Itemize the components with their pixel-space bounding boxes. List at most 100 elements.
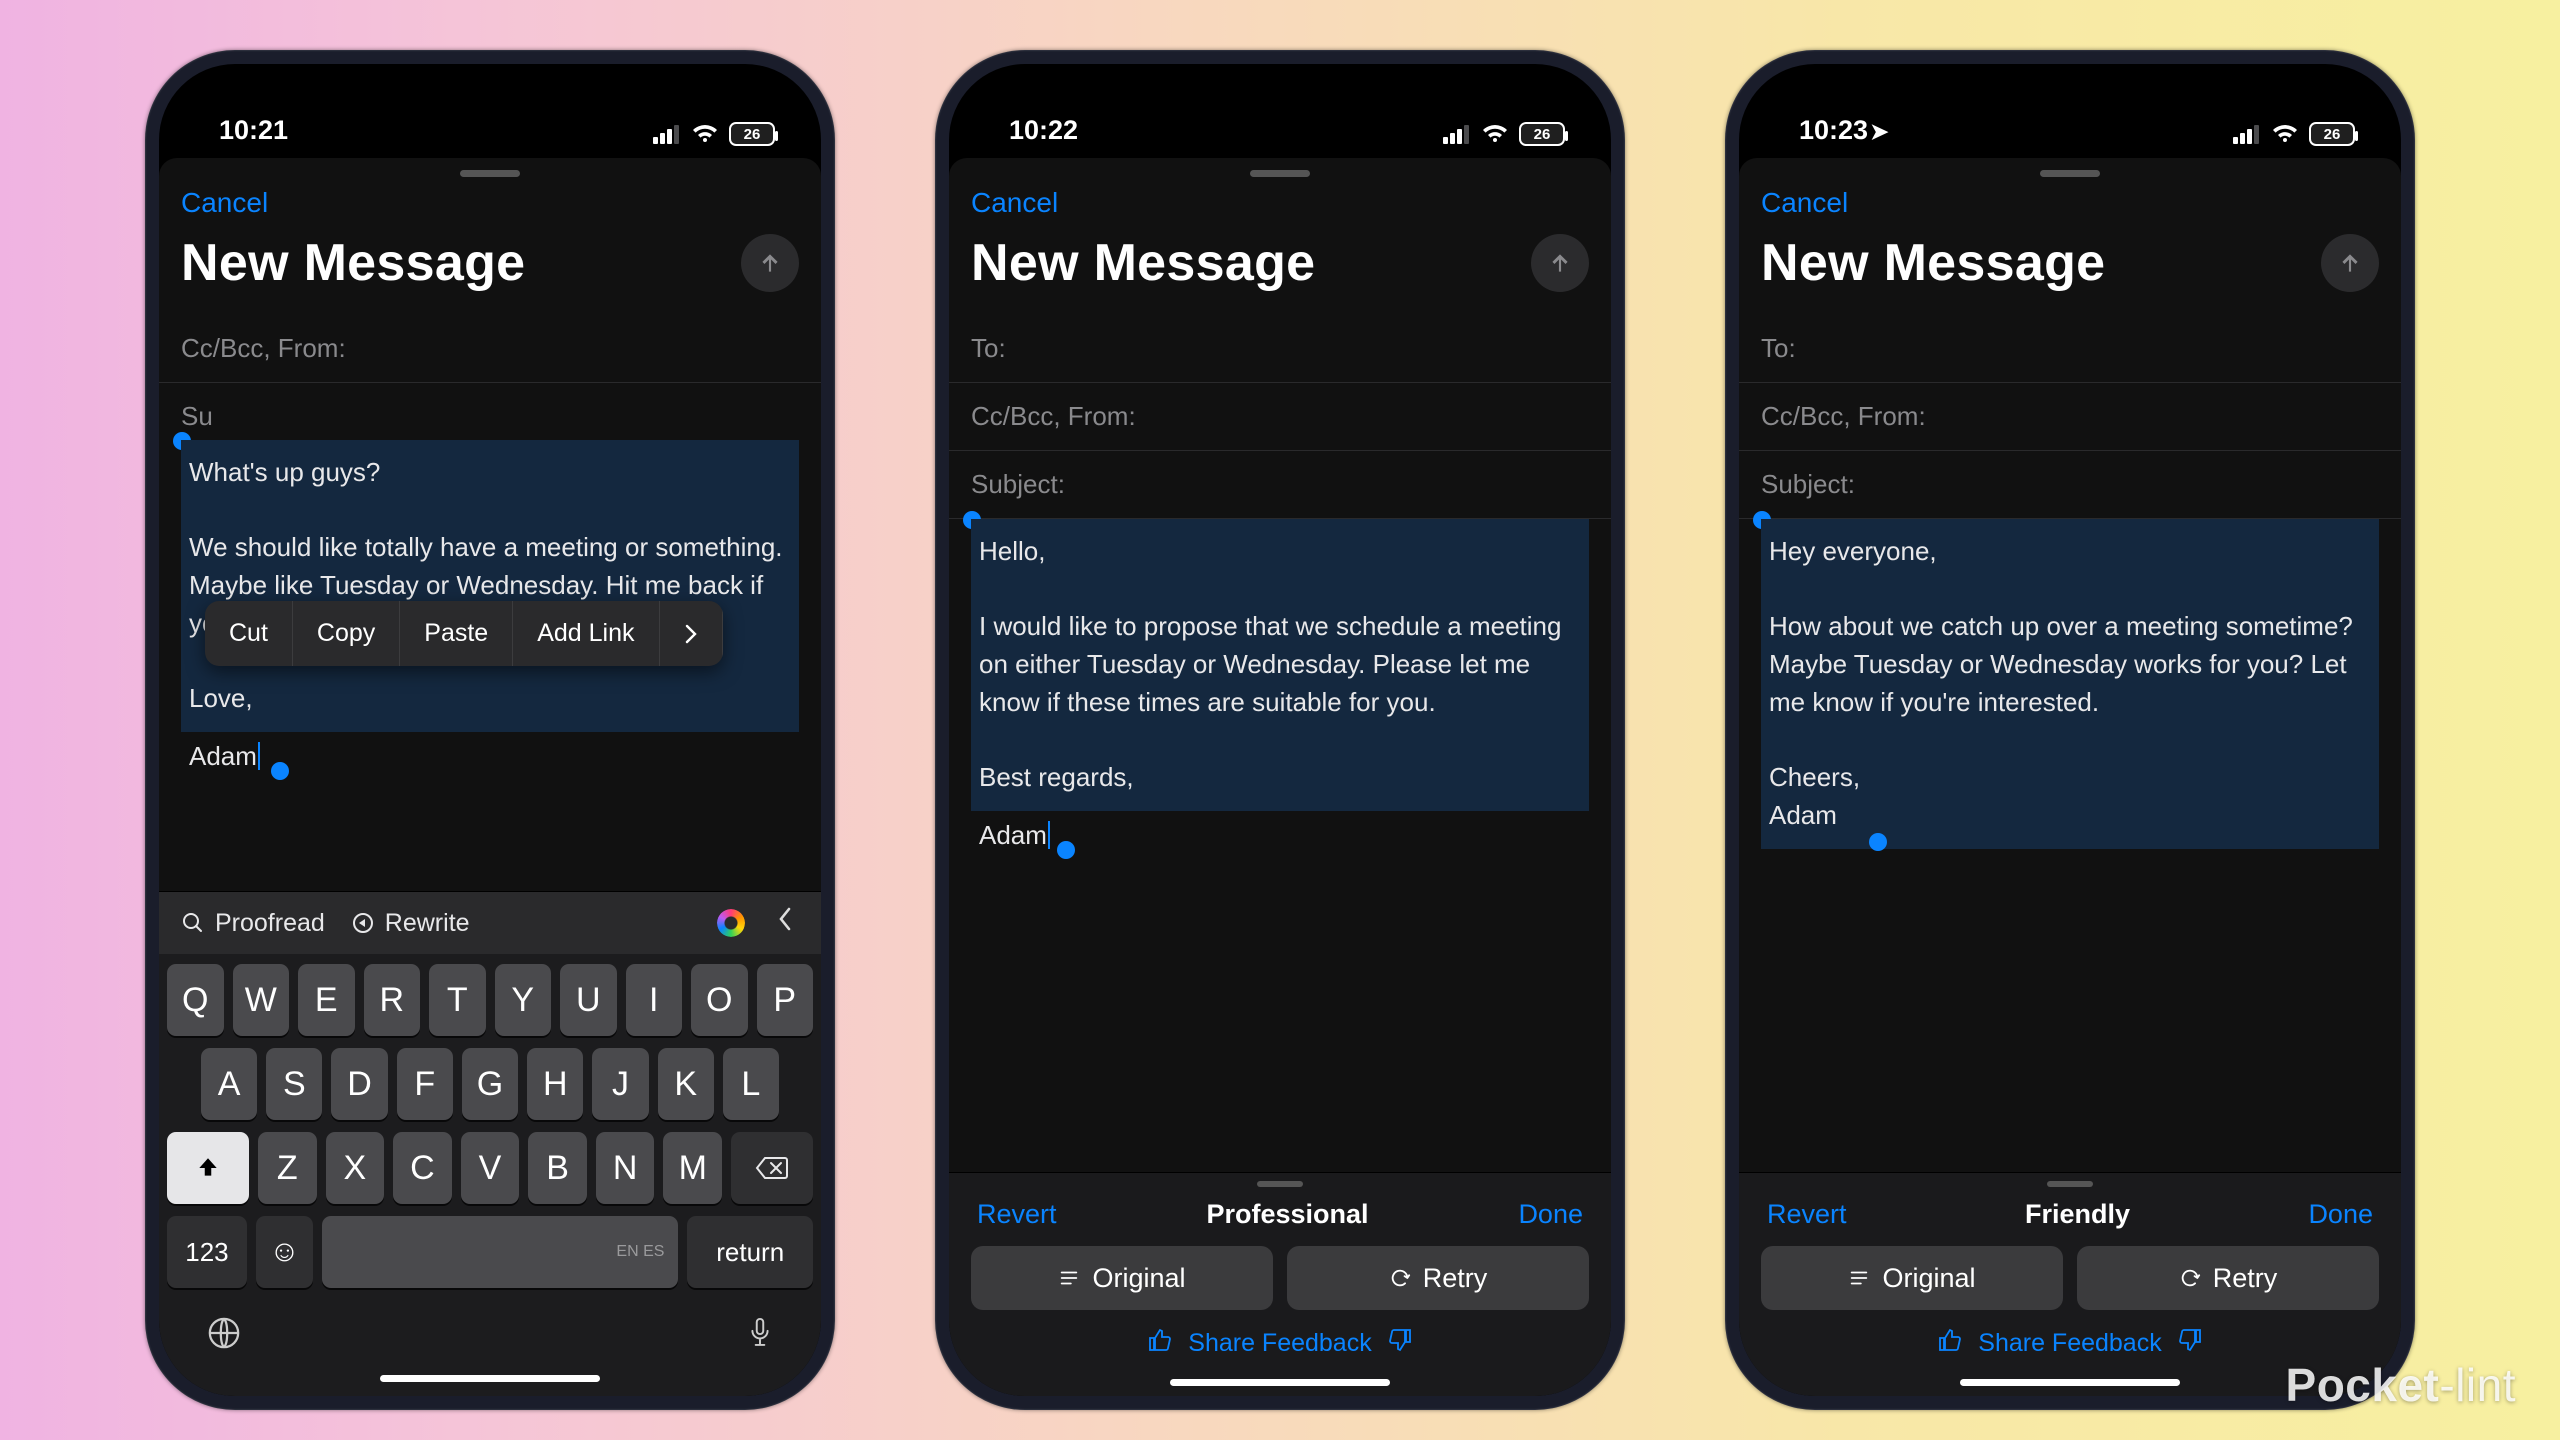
globe-key[interactable] <box>207 1316 241 1359</box>
backspace-key[interactable] <box>731 1132 813 1204</box>
key-t[interactable]: T <box>429 964 486 1036</box>
key-c[interactable]: C <box>393 1132 452 1204</box>
tone-label: Professional <box>1206 1199 1368 1230</box>
key-k[interactable]: K <box>658 1048 714 1120</box>
key-v[interactable]: V <box>461 1132 520 1204</box>
thumbs-down-icon <box>2178 1328 2202 1352</box>
key-d[interactable]: D <box>331 1048 387 1120</box>
subject-field[interactable]: Su <box>159 383 821 440</box>
selection-handle-end[interactable] <box>271 762 289 780</box>
compose-sheet: Cancel New Message To: Cc/Bcc, From: Sub… <box>1739 158 2401 1396</box>
shift-key[interactable] <box>167 1132 249 1204</box>
thumbs-up-button[interactable] <box>1148 1328 1172 1359</box>
cc-bcc-field[interactable]: Cc/Bcc, From: <box>159 315 821 383</box>
key-p[interactable]: P <box>757 964 814 1036</box>
tone-grabber[interactable] <box>2047 1181 2093 1187</box>
message-body[interactable]: Hey everyone, How about we catch up over… <box>1739 519 2401 855</box>
emoji-key[interactable]: ☺ <box>256 1216 313 1288</box>
done-button[interactable]: Done <box>2308 1199 2373 1230</box>
numbers-key[interactable]: 123 <box>167 1216 247 1288</box>
phone-frame-3: 10:23➤ 26 Cancel New Message To: Cc/Bcc,… <box>1725 50 2415 1410</box>
space-key[interactable]: EN ES <box>322 1216 678 1288</box>
key-f[interactable]: F <box>397 1048 453 1120</box>
thumbs-down-button[interactable] <box>1388 1328 1412 1359</box>
cancel-button[interactable]: Cancel <box>1761 187 1848 218</box>
thumbs-down-button[interactable] <box>2178 1328 2202 1359</box>
sheet-grabber[interactable] <box>2040 170 2100 177</box>
return-key[interactable]: return <box>687 1216 813 1288</box>
status-time: 10:23➤ <box>1799 115 1889 146</box>
key-j[interactable]: J <box>592 1048 648 1120</box>
key-z[interactable]: Z <box>258 1132 317 1204</box>
retry-button[interactable]: Retry <box>1287 1246 1589 1310</box>
to-field[interactable]: To: <box>1739 315 2401 383</box>
retry-button[interactable]: Retry <box>2077 1246 2379 1310</box>
share-feedback-label[interactable]: Share Feedback <box>1188 1329 1371 1358</box>
menu-more[interactable] <box>660 601 723 666</box>
message-body[interactable]: Hello, I would like to propose that we s… <box>949 519 1611 855</box>
cancel-button[interactable]: Cancel <box>181 187 268 218</box>
key-l[interactable]: L <box>723 1048 779 1120</box>
to-field[interactable]: To: <box>949 315 1611 383</box>
key-i[interactable]: I <box>626 964 683 1036</box>
key-x[interactable]: X <box>326 1132 385 1204</box>
send-button[interactable] <box>1531 234 1589 292</box>
share-feedback-row: Share Feedback <box>949 1328 1611 1369</box>
menu-cut[interactable]: Cut <box>205 601 293 666</box>
tone-grabber[interactable] <box>1257 1181 1303 1187</box>
thumbs-up-button[interactable] <box>1938 1328 1962 1359</box>
menu-copy[interactable]: Copy <box>293 601 400 666</box>
rewrite-button[interactable]: Rewrite <box>351 909 470 938</box>
key-q[interactable]: Q <box>167 964 224 1036</box>
original-button[interactable]: Original <box>971 1246 1273 1310</box>
key-w[interactable]: W <box>233 964 290 1036</box>
selection-handle-end[interactable] <box>1869 833 1887 851</box>
key-g[interactable]: G <box>462 1048 518 1120</box>
cc-bcc-field[interactable]: Cc/Bcc, From: <box>949 383 1611 451</box>
sheet-grabber[interactable] <box>460 170 520 177</box>
key-y[interactable]: Y <box>495 964 552 1036</box>
sheet-grabber[interactable] <box>1250 170 1310 177</box>
key-n[interactable]: N <box>596 1132 655 1204</box>
home-indicator[interactable] <box>1170 1379 1390 1386</box>
keyboard-toolbar: Proofread Rewrite <box>159 891 821 954</box>
apple-intelligence-icon[interactable] <box>717 909 745 937</box>
key-h[interactable]: H <box>527 1048 583 1120</box>
send-button[interactable] <box>741 234 799 292</box>
key-b[interactable]: B <box>528 1132 587 1204</box>
key-a[interactable]: A <box>201 1048 257 1120</box>
key-e[interactable]: E <box>298 964 355 1036</box>
done-button[interactable]: Done <box>1518 1199 1583 1230</box>
selected-text[interactable]: Hello, I would like to propose that we s… <box>971 519 1589 811</box>
revert-button[interactable]: Revert <box>1767 1199 1847 1230</box>
revert-button[interactable]: Revert <box>977 1199 1057 1230</box>
tone-label: Friendly <box>2025 1199 2130 1230</box>
key-o[interactable]: O <box>691 964 748 1036</box>
home-indicator[interactable] <box>380 1375 600 1382</box>
phone-screen-2: 10:22 26 Cancel New Message To: Cc/Bcc, … <box>949 64 1611 1396</box>
key-r[interactable]: R <box>364 964 421 1036</box>
list-icon <box>1058 1267 1080 1289</box>
subject-field[interactable]: Subject: <box>949 451 1611 519</box>
selection-handle-end[interactable] <box>1057 841 1075 859</box>
cc-bcc-field[interactable]: Cc/Bcc, From: <box>1739 383 2401 451</box>
key-s[interactable]: S <box>266 1048 322 1120</box>
thumbs-up-icon <box>1938 1328 1962 1352</box>
dictation-key[interactable] <box>747 1316 773 1359</box>
subject-field[interactable]: Subject: <box>1739 451 2401 519</box>
original-button[interactable]: Original <box>1761 1246 2063 1310</box>
toolbar-collapse[interactable] <box>771 906 799 940</box>
cancel-button[interactable]: Cancel <box>971 187 1058 218</box>
key-row-3: ZXCVBNM <box>167 1132 813 1204</box>
key-m[interactable]: M <box>663 1132 722 1204</box>
menu-add-link[interactable]: Add Link <box>513 601 659 666</box>
selected-text[interactable]: Hey everyone, How about we catch up over… <box>1761 519 2379 849</box>
key-u[interactable]: U <box>560 964 617 1036</box>
send-button[interactable] <box>2321 234 2379 292</box>
home-indicator[interactable] <box>1960 1379 2180 1386</box>
share-feedback-label[interactable]: Share Feedback <box>1978 1329 2161 1358</box>
selected-text[interactable]: What's up guys? We should like totally h… <box>181 440 799 732</box>
wifi-icon <box>1481 124 1509 144</box>
proofread-button[interactable]: Proofread <box>181 909 325 938</box>
menu-paste[interactable]: Paste <box>400 601 513 666</box>
